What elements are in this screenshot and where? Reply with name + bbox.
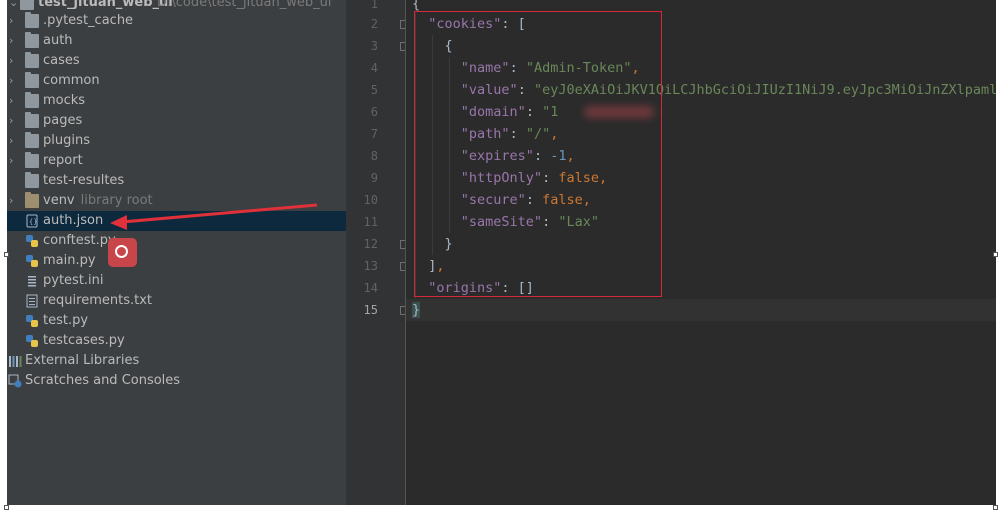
line-number: 10 (363, 193, 378, 207)
resize-handle[interactable] (4, 505, 9, 510)
line-number: 7 (370, 127, 378, 141)
tree-item-label: main.py (43, 253, 96, 268)
tree-item-label: testcases.py (43, 333, 125, 348)
tree-item-scratches[interactable]: Scratches and Consoles (7, 371, 346, 391)
line-number: 6 (370, 105, 378, 119)
python-file-icon (25, 334, 39, 348)
tree-item-label: test.py (43, 313, 89, 328)
python-file-icon (25, 254, 39, 268)
tree-item-testcases[interactable]: testcases.py (7, 331, 346, 351)
current-line-highlight (406, 299, 996, 321)
code-line-15: } (412, 302, 421, 318)
line-number: 11 (363, 215, 378, 229)
resize-handle[interactable] (993, 505, 998, 510)
line-number: 13 (363, 259, 378, 273)
tree-item-test[interactable]: test.py (7, 311, 346, 331)
annotation-highlight-box (414, 11, 662, 297)
tree-item-pytest-ini[interactable]: pytest.ini (7, 271, 346, 291)
tree-item-label: External Libraries (25, 353, 140, 368)
line-number-active: 15 (363, 303, 378, 317)
line-number: 2 (370, 17, 378, 31)
python-file-icon (25, 314, 39, 328)
tree-item-label: requirements.txt (43, 293, 153, 308)
resize-handle[interactable] (993, 252, 998, 257)
line-number: 12 (363, 237, 378, 251)
line-number: 14 (363, 281, 378, 295)
ide-window: ⌄ test_jituan_web_ui D:\code\test_jituan… (7, 0, 996, 505)
line-number: 5 (370, 83, 378, 97)
line-number: 8 (370, 149, 378, 163)
tree-item-external-libraries[interactable]: External Libraries (7, 351, 346, 371)
tree-item-label: Scratches and Consoles (25, 373, 181, 388)
resize-handle[interactable] (4, 252, 9, 257)
search-everywhere-icon[interactable] (108, 238, 137, 267)
scratches-icon (8, 374, 22, 388)
line-number: 9 (370, 171, 378, 185)
tree-item-main[interactable]: main.py (7, 251, 346, 271)
annotation-arrow (110, 203, 318, 230)
line-number: 4 (370, 61, 378, 75)
tree-item-label: pytest.ini (43, 273, 104, 288)
tree-item-requirements[interactable]: requirements.txt (7, 291, 346, 311)
libraries-icon (8, 354, 22, 368)
ini-file-icon (25, 274, 39, 288)
line-number: 3 (370, 39, 378, 53)
text-file-icon (25, 294, 39, 308)
